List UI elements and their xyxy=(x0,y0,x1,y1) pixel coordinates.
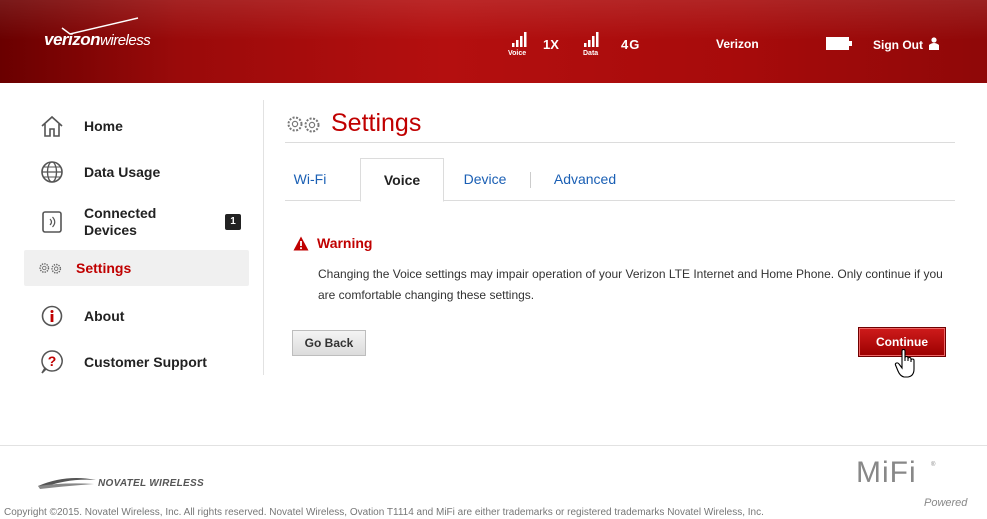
tech-1x: 1X xyxy=(543,37,559,52)
copyright-text: Copyright ©2015. Novatel Wireless, Inc. … xyxy=(4,507,764,518)
devices-icon xyxy=(38,208,66,236)
svg-text:?: ? xyxy=(48,353,57,369)
sidebar-nav: Home Data Usage Connected Devices 1 Sett… xyxy=(0,100,264,375)
tech-4g: 4G xyxy=(621,37,641,52)
sidebar-item-connected-devices[interactable]: Connected Devices 1 xyxy=(24,202,249,242)
sidebar-item-home[interactable]: Home xyxy=(24,108,249,144)
home-icon xyxy=(38,112,66,140)
sidebar-item-about[interactable]: About xyxy=(24,298,249,334)
novatel-swoosh-icon xyxy=(38,478,96,489)
sidebar-item-settings[interactable]: Settings xyxy=(24,250,249,286)
sidebar-label-about: About xyxy=(84,307,125,324)
tab-wifi[interactable]: Wi-Fi xyxy=(290,158,330,199)
sign-out-link[interactable]: Sign Out xyxy=(873,37,940,52)
logo-check-icon xyxy=(61,17,139,35)
warning-heading: Warning xyxy=(293,235,372,251)
help-icon: ? xyxy=(38,348,66,376)
novatel-logo-text: NOVATEL WIRELESS xyxy=(98,478,204,489)
sidebar-label-data-usage: Data Usage xyxy=(84,163,161,180)
warning-message: Changing the Voice settings may impair o… xyxy=(318,267,943,302)
settings-gears-icon xyxy=(287,116,320,132)
mifi-powered-text: Powered xyxy=(924,497,968,509)
mifi-registered-mark: ® xyxy=(931,462,936,468)
info-icon xyxy=(38,302,66,330)
voice-signal-icon xyxy=(512,32,527,47)
hand-cursor-icon xyxy=(894,349,915,378)
carrier-name: Verizon xyxy=(716,37,759,51)
footer-divider xyxy=(0,445,987,446)
tab-advanced[interactable]: Advanced xyxy=(548,158,622,199)
sign-out-label: Sign Out xyxy=(873,38,923,52)
voice-label: Voice xyxy=(508,50,527,57)
globe-icon xyxy=(38,158,66,186)
top-header: verizonwireless Voice 1X Data 4G Verizon… xyxy=(0,0,987,83)
warning-title: Warning xyxy=(317,235,373,251)
go-back-button[interactable]: Go Back xyxy=(292,330,366,356)
user-icon xyxy=(929,37,940,50)
sidebar-item-customer-support[interactable]: ? Customer Support xyxy=(24,344,249,380)
page-title-text: Settings xyxy=(331,109,422,137)
sidebar-label-settings: Settings xyxy=(76,259,132,276)
tab-device[interactable]: Device xyxy=(455,158,515,199)
warning-icon xyxy=(293,236,309,250)
data-label: Data xyxy=(583,50,599,57)
mifi-logo: MiFi xyxy=(856,456,917,489)
page-title: Settings xyxy=(285,109,421,138)
title-divider xyxy=(285,142,955,143)
tab-separator xyxy=(530,172,531,188)
sidebar-label-connected-devices: Connected Devices xyxy=(84,205,157,238)
settings-tabs: Wi-Fi Voice Device Advanced xyxy=(285,158,955,202)
verizon-logo: verizonwireless xyxy=(44,17,151,50)
sidebar-label-home: Home xyxy=(84,117,123,134)
sidebar-item-data-usage[interactable]: Data Usage xyxy=(24,154,249,190)
devices-count-badge: 1 xyxy=(225,214,241,230)
gears-icon xyxy=(38,254,66,282)
tab-voice[interactable]: Voice xyxy=(360,158,444,202)
battery-icon xyxy=(826,37,852,50)
sidebar-label-customer-support: Customer Support xyxy=(84,353,207,370)
data-signal-icon xyxy=(584,32,599,47)
